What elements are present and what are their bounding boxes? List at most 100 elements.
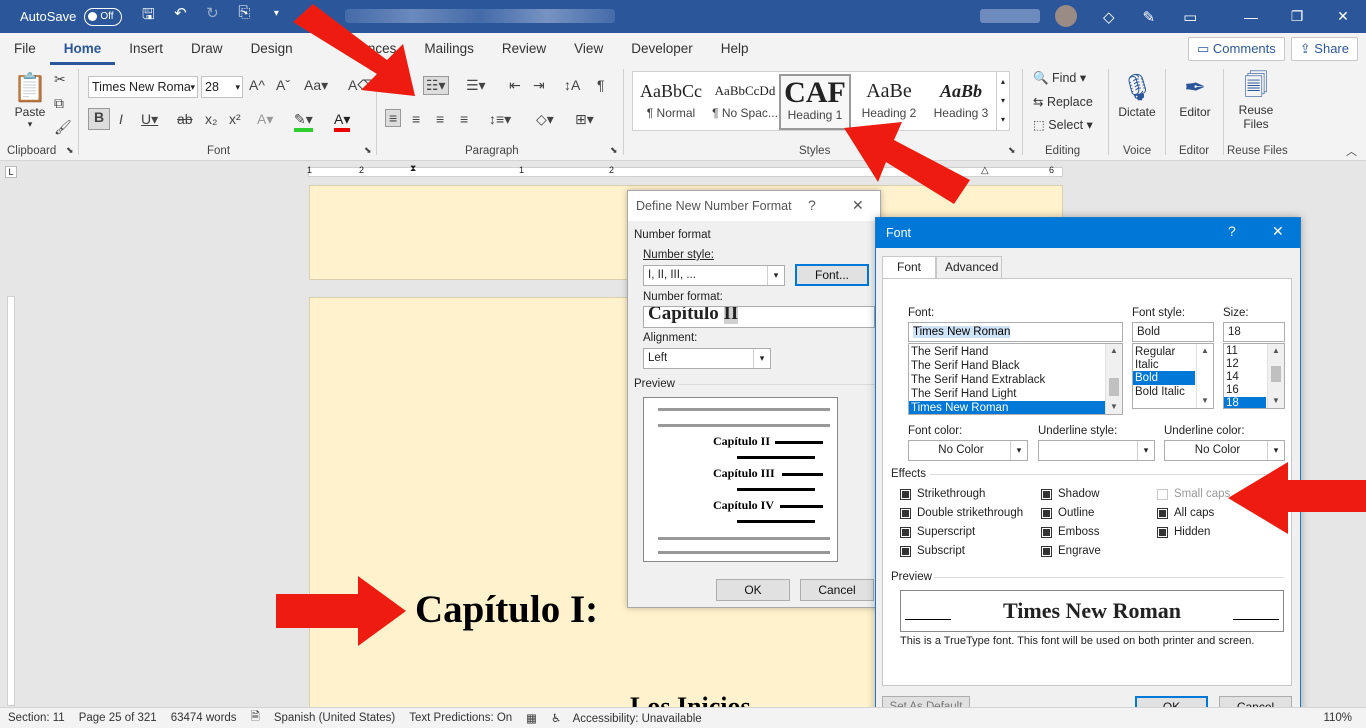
superscript-icon[interactable]: x²: [229, 111, 241, 127]
indent-marker-icon[interactable]: ⧗: [410, 163, 416, 174]
tab-developer[interactable]: Developer: [617, 33, 707, 65]
text-effects-icon[interactable]: A▾: [257, 111, 273, 128]
outline-checkbox[interactable]: Outline: [1041, 507, 1094, 519]
tab-view[interactable]: View: [560, 33, 617, 65]
underline-color-select[interactable]: No Color ▾: [1164, 440, 1285, 461]
subscript-icon[interactable]: x₂: [205, 111, 217, 127]
close-icon[interactable]: ✕: [1320, 8, 1366, 25]
undo-icon[interactable]: ↶: [170, 4, 190, 29]
list-item[interactable]: The Serif Hand Light: [909, 387, 1122, 401]
document-subheading[interactable]: Los Inicios: [630, 692, 751, 708]
bold-icon[interactable]: B: [88, 108, 110, 130]
dictate-button[interactable]: 🎙 Dictate: [1114, 69, 1160, 119]
engrave-checkbox[interactable]: Engrave: [1041, 545, 1101, 557]
share-button[interactable]: ⇪ Share: [1290, 37, 1358, 61]
tab-insert[interactable]: Insert: [115, 33, 177, 65]
ok-button[interactable]: OK: [716, 579, 790, 601]
tab-font[interactable]: Font: [882, 256, 936, 279]
tab-selector[interactable]: L: [5, 166, 17, 178]
customize-qat-icon[interactable]: ▾: [266, 4, 286, 29]
cut-icon[interactable]: ✂: [54, 71, 66, 88]
shading-icon[interactable]: ◇▾: [536, 111, 554, 128]
underline-icon[interactable]: U▾: [141, 111, 158, 128]
copy-icon[interactable]: ⧉: [54, 95, 64, 112]
tab-help[interactable]: Help: [707, 33, 763, 65]
tab-file[interactable]: File: [0, 33, 50, 65]
font-name-list[interactable]: The Serif Hand The Serif Hand Black The …: [908, 343, 1123, 415]
sort-icon[interactable]: ↕A: [564, 77, 580, 93]
number-format-input[interactable]: Capítulo II: [643, 306, 875, 328]
autosave-toggle[interactable]: Off: [84, 7, 123, 26]
macro-icon[interactable]: ▦: [526, 711, 537, 725]
dialog-launcher-icon[interactable]: ⬊: [1008, 145, 1016, 156]
underline-style-select[interactable]: ▾: [1038, 440, 1155, 461]
shadow-checkbox[interactable]: Shadow: [1041, 488, 1100, 500]
list-item[interactable]: Bold: [1133, 371, 1195, 385]
section-indicator[interactable]: Section: 11: [8, 712, 65, 724]
close-icon[interactable]: ✕: [1272, 223, 1284, 240]
justify-icon[interactable]: ≡: [460, 111, 468, 127]
style-no-spacing[interactable]: AaBbCcDd ¶ No Spac...: [709, 74, 781, 130]
comments-button[interactable]: ▭ Comments: [1188, 37, 1285, 61]
collapse-ribbon-icon[interactable]: ︿: [1346, 143, 1357, 159]
emboss-checkbox[interactable]: Emboss: [1041, 526, 1100, 538]
redo-icon[interactable]: ↻: [202, 4, 222, 29]
styles-scroll[interactable]: ▴ ▾ ▾: [996, 72, 1009, 130]
find-button[interactable]: 🔍 Find ▾: [1033, 70, 1086, 86]
vertical-ruler[interactable]: [7, 296, 15, 706]
style-normal[interactable]: AaBbCc ¶ Normal: [635, 74, 707, 130]
multilevel-list-icon[interactable]: ☰▾: [466, 77, 486, 94]
dialog-launcher-icon[interactable]: ⬊: [364, 145, 372, 156]
font-color-select[interactable]: No Color ▾: [908, 440, 1028, 461]
font-size-combo[interactable]: 28 ▾: [201, 76, 243, 98]
dialog-launcher-icon[interactable]: ⬊: [610, 145, 618, 156]
language-indicator[interactable]: Spanish (United States): [274, 712, 395, 724]
tab-review[interactable]: Review: [488, 33, 560, 65]
font-style-list[interactable]: Regular Italic Bold Bold Italic ▲ ▼: [1132, 343, 1214, 409]
tab-advanced[interactable]: Advanced: [936, 256, 1002, 278]
document-heading[interactable]: Capítulo I:: [415, 587, 598, 632]
save-icon[interactable]: 🖫: [138, 4, 158, 29]
diamond-icon[interactable]: ◇: [1103, 8, 1115, 26]
proofing-icon[interactable]: 🗎: [251, 709, 260, 728]
pen-icon[interactable]: ✎: [1143, 8, 1156, 26]
help-icon[interactable]: ?: [808, 197, 816, 213]
editor-button[interactable]: ✒ Editor: [1172, 69, 1218, 119]
list-item[interactable]: The Serif Hand Black: [909, 359, 1122, 373]
list-item[interactable]: The Serif Hand: [909, 345, 1122, 359]
alignment-select[interactable]: Left ▾: [643, 348, 771, 369]
paste-button[interactable]: 📋 Paste ▾: [12, 71, 48, 130]
font-name-input[interactable]: Times New Roman: [908, 322, 1123, 342]
select-button[interactable]: ⬚ Select ▾: [1033, 117, 1093, 132]
cancel-button[interactable]: Cancel: [800, 579, 874, 601]
show-marks-icon[interactable]: ¶: [597, 77, 605, 93]
grow-font-icon[interactable]: A^: [249, 77, 265, 93]
format-painter-icon[interactable]: 🖌: [54, 119, 72, 136]
word-count[interactable]: 63474 words: [171, 712, 237, 724]
font-color-icon[interactable]: A▾: [334, 111, 351, 132]
new-doc-icon[interactable]: ⎘: [234, 4, 254, 29]
highlight-icon[interactable]: ✎▾: [294, 111, 313, 132]
superscript-checkbox[interactable]: Superscript: [900, 526, 975, 538]
text-predictions[interactable]: Text Predictions: On: [409, 712, 512, 724]
list-item[interactable]: The Serif Hand Extrablack: [909, 373, 1122, 387]
increase-indent-icon[interactable]: ⇥: [533, 77, 545, 94]
number-style-select[interactable]: I, II, III, ... ▾: [643, 265, 785, 286]
align-left-icon[interactable]: ≡: [385, 109, 402, 127]
strikethrough-checkbox[interactable]: Strikethrough: [900, 488, 985, 500]
scrollbar[interactable]: ▲ ▼: [1196, 344, 1213, 408]
borders-icon[interactable]: ⊞▾: [575, 111, 594, 128]
replace-button[interactable]: ⇆ Replace: [1033, 94, 1093, 109]
zoom-level[interactable]: 110%: [1323, 712, 1352, 724]
dialog-launcher-icon[interactable]: ⬊: [66, 145, 74, 156]
tab-home[interactable]: Home: [49, 33, 116, 65]
double-strikethrough-checkbox[interactable]: Double strikethrough: [900, 507, 1023, 519]
font-button[interactable]: Font...: [795, 264, 869, 286]
line-spacing-icon[interactable]: ↕≡▾: [489, 111, 511, 128]
list-item[interactable]: Times New Roman: [909, 401, 1122, 414]
help-icon[interactable]: ?: [1228, 223, 1236, 239]
font-size-list[interactable]: 11 12 14 16 18 ▲ ▼: [1223, 343, 1285, 409]
list-item[interactable]: 18: [1224, 397, 1266, 408]
minimize-icon[interactable]: —: [1228, 9, 1274, 25]
decrease-indent-icon[interactable]: ⇤: [509, 77, 521, 94]
